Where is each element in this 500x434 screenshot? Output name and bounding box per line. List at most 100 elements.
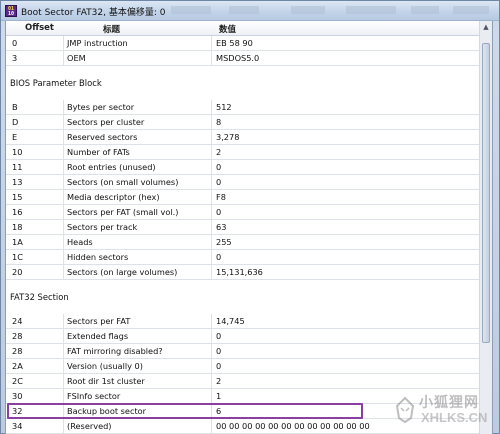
row-value[interactable]: 63 <box>211 220 480 234</box>
watermark-text-cn: 小狐狸网 <box>419 395 479 411</box>
row-value[interactable]: 2 <box>211 145 480 159</box>
window-title: Boot Sector FAT32, 基本偏移量: 0 <box>21 8 166 18</box>
table-row[interactable]: 11 Root entries (unused) 0 <box>6 160 480 175</box>
dialog-window: 01 10 Boot Sector FAT32, 基本偏移量: 0 Offset … <box>0 0 500 434</box>
scroll-up-arrow-icon[interactable]: ▲ <box>481 21 491 33</box>
table-row[interactable]: 18 Sectors per track 63 <box>6 220 480 235</box>
table-row[interactable]: 2A Version (usually 0) 0 <box>6 359 480 374</box>
row-value[interactable]: 15,131,636 <box>211 265 480 279</box>
background-menu-ghost <box>291 6 325 14</box>
scroll-thumb[interactable] <box>482 43 490 343</box>
table-row[interactable]: E Reserved sectors 3,278 <box>6 130 480 145</box>
row-name: OEM <box>63 51 211 65</box>
watermark-text-en: XHLKS.CN <box>421 410 488 425</box>
column-header: Offset 标题 数值 <box>6 21 480 36</box>
row-offset: 15 <box>12 192 23 202</box>
row-value[interactable]: 0 <box>211 329 480 343</box>
row-offset: B <box>12 102 18 112</box>
row-name: FSInfo sector <box>63 389 211 403</box>
background-menu-ghost <box>346 6 396 14</box>
table-row[interactable]: 28 Extended flags 0 <box>6 329 480 344</box>
row-offset: 18 <box>12 222 23 232</box>
row-offset: 11 <box>12 162 23 172</box>
template-list-view[interactable]: Offset 标题 数值 0 JMP instruction EB 58 90 3 OE… <box>5 21 493 434</box>
row-name: Backup boot sector <box>63 404 211 418</box>
site-watermark: 小狐狸网 XHLKS.CN <box>393 392 491 432</box>
table-row[interactable]: 3 OEM MSDOS5.0 <box>6 51 480 66</box>
row-offset: 20 <box>12 267 23 277</box>
row-offset: 24 <box>12 316 23 326</box>
row-offset: 0 <box>12 38 18 48</box>
row-value[interactable]: F8 <box>211 190 480 204</box>
vertical-scrollbar[interactable]: ▲ <box>479 21 492 434</box>
row-name: Bytes per sector <box>63 100 211 114</box>
row-offset: 13 <box>12 177 23 187</box>
background-menu-ghost <box>411 6 439 14</box>
row-name: Heads <box>63 235 211 249</box>
row-offset: 1A <box>12 237 23 247</box>
column-header-value[interactable]: 数值 <box>219 23 236 35</box>
row-name: FAT mirroring disabled? <box>63 344 211 358</box>
row-offset: E <box>12 132 18 142</box>
section-title: BIOS Parameter Block <box>10 78 102 88</box>
table-row[interactable]: 1A Heads 255 <box>6 235 480 250</box>
row-offset: 28 <box>12 346 23 356</box>
row-offset: 34 <box>12 421 23 431</box>
row-offset: 10 <box>12 147 23 157</box>
row-name: Sectors per FAT <box>63 314 211 328</box>
row-name: Sectors per track <box>63 220 211 234</box>
row-value[interactable]: MSDOS5.0 <box>211 51 480 65</box>
row-offset: 28 <box>12 331 23 341</box>
column-header-name[interactable]: 标题 <box>103 23 120 35</box>
section-title: FAT32 Section <box>10 292 69 302</box>
table-row[interactable]: 13 Sectors (on small volumes) 0 <box>6 175 480 190</box>
row-value[interactable]: 0 <box>211 344 480 358</box>
table-row[interactable]: 16 Sectors per FAT (small vol.) 0 <box>6 205 480 220</box>
table-row[interactable]: 20 Sectors (on large volumes) 15,131,636 <box>6 265 480 280</box>
table-row[interactable]: 10 Number of FATs 2 <box>6 145 480 160</box>
table-row[interactable]: B Bytes per sector 512 <box>6 100 480 115</box>
table-row[interactable]: 2C Root dir 1st cluster 2 <box>6 374 480 389</box>
row-name: Media descriptor (hex) <box>63 190 211 204</box>
background-menu-ghost <box>229 6 259 14</box>
row-name: JMP instruction <box>63 36 211 50</box>
row-name: Sectors (on small volumes) <box>63 175 211 189</box>
title-bar[interactable]: 01 10 Boot Sector FAT32, 基本偏移量: 0 <box>1 1 499 21</box>
table-row[interactable]: 15 Media descriptor (hex) F8 <box>6 190 480 205</box>
row-value[interactable]: 0 <box>211 250 480 264</box>
row-offset: 16 <box>12 207 23 217</box>
table-row[interactable]: D Sectors per cluster 8 <box>6 115 480 130</box>
hex-editor-icon: 01 10 <box>5 5 17 17</box>
row-offset: D <box>12 117 19 127</box>
row-value[interactable]: 0 <box>211 175 480 189</box>
background-menu-ghost <box>453 6 489 14</box>
row-name: Sectors per cluster <box>63 115 211 129</box>
table-row[interactable]: 0 JMP instruction EB 58 90 <box>6 36 480 51</box>
row-offset: 2C <box>12 376 23 386</box>
row-value[interactable]: 0 <box>211 359 480 373</box>
fox-logo-icon <box>395 396 415 424</box>
table-row[interactable]: 24 Sectors per FAT 14,745 <box>6 314 480 329</box>
row-name: Sectors (on large volumes) <box>63 265 211 279</box>
row-value[interactable]: 255 <box>211 235 480 249</box>
row-value[interactable]: 512 <box>211 100 480 114</box>
row-name: Hidden sectors <box>63 250 211 264</box>
row-value[interactable]: EB 58 90 <box>211 36 480 50</box>
row-name: Sectors per FAT (small vol.) <box>63 205 211 219</box>
row-offset: 1C <box>12 252 23 262</box>
column-header-offset[interactable]: Offset <box>25 23 54 33</box>
table-row[interactable]: 28 FAT mirroring disabled? 0 <box>6 344 480 359</box>
row-name: (Reserved) <box>63 419 211 433</box>
row-offset: 32 <box>12 406 23 416</box>
table-row[interactable]: 1C Hidden sectors 0 <box>6 250 480 265</box>
row-name: Root entries (unused) <box>63 160 211 174</box>
row-name: Root dir 1st cluster <box>63 374 211 388</box>
row-value[interactable]: 14,745 <box>211 314 480 328</box>
row-value[interactable]: 2 <box>211 374 480 388</box>
row-value[interactable]: 8 <box>211 115 480 129</box>
row-value[interactable]: 3,278 <box>211 130 480 144</box>
row-value[interactable]: 0 <box>211 160 480 174</box>
row-name: Version (usually 0) <box>63 359 211 373</box>
row-offset: 30 <box>12 391 23 401</box>
row-value[interactable]: 0 <box>211 205 480 219</box>
